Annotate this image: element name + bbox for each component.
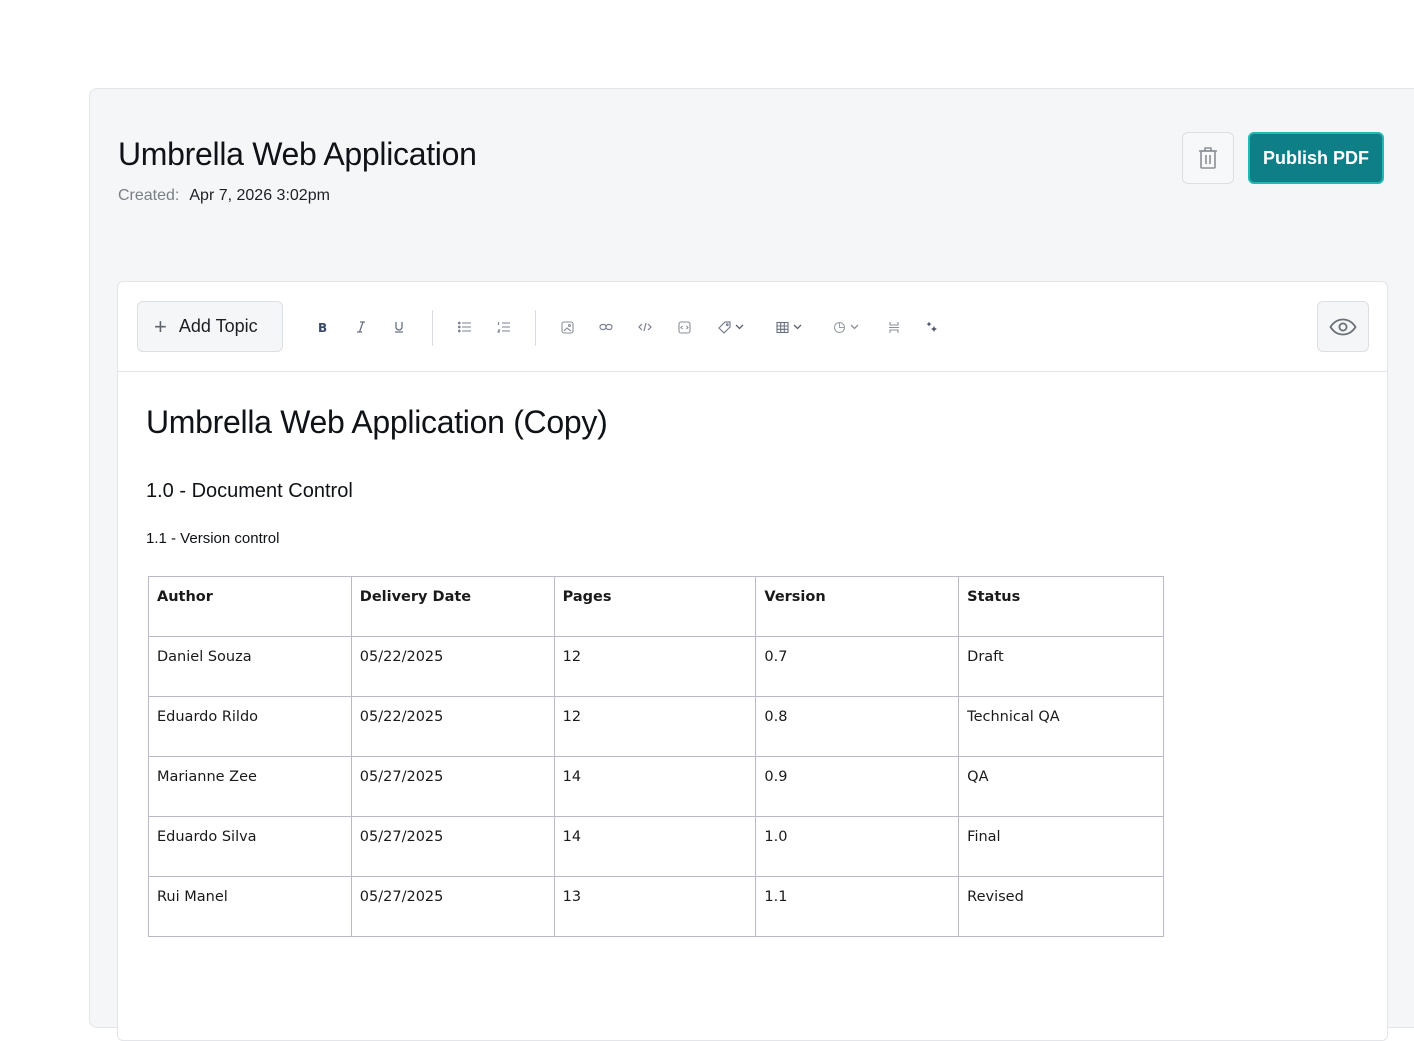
column-header-delivery-date: Delivery Date — [350, 576, 555, 637]
table-row: Eduardo Rildo 05/22/2025 12 0.8 Technica… — [148, 696, 1164, 757]
tag-icon — [718, 320, 731, 334]
pages-cell: 14 — [553, 816, 757, 877]
author-cell: Rui Manel — [148, 876, 352, 937]
numbered-list-icon — [497, 322, 510, 333]
preview-button[interactable] — [1317, 301, 1369, 352]
column-header-author: Author — [148, 576, 352, 637]
eye-icon — [1329, 318, 1357, 335]
chevron-down-icon — [735, 324, 744, 330]
code-button[interactable] — [636, 315, 654, 339]
embed-icon — [677, 320, 691, 334]
toolbar-divider — [535, 310, 536, 346]
pages-cell: 12 — [553, 636, 757, 697]
author-cell: Eduardo Silva — [148, 816, 352, 877]
version-control-table: Author Delivery Date Pages Version Statu… — [148, 576, 1164, 937]
author-cell: Daniel Souza — [148, 636, 352, 697]
status-cell: Technical QA — [958, 696, 1164, 757]
add-topic-button[interactable]: + Add Topic — [137, 301, 283, 352]
version-cell: 1.1 — [755, 876, 960, 937]
code-icon — [638, 322, 652, 332]
version-cell: 0.9 — [755, 756, 960, 817]
link-icon — [599, 323, 613, 331]
page-break-icon — [889, 321, 899, 333]
bullet-list-button[interactable] — [456, 315, 474, 339]
image-button[interactable] — [558, 315, 576, 339]
subsection-heading: 1.1 - Version control — [146, 530, 280, 547]
delivery-date-cell: 05/27/2025 — [350, 756, 555, 817]
magic-icon — [926, 321, 937, 332]
document-heading: Umbrella Web Application (Copy) — [146, 404, 608, 440]
pages-cell: 14 — [553, 756, 757, 817]
delivery-date-cell: 05/22/2025 — [350, 696, 555, 757]
version-cell: 0.7 — [755, 636, 960, 697]
underline-button[interactable] — [391, 315, 407, 339]
table-icon — [776, 321, 789, 333]
table-row: Rui Manel 05/27/2025 13 1.1 Revised — [148, 876, 1164, 937]
delivery-date-cell: 05/27/2025 — [350, 876, 555, 937]
author-cell: Marianne Zee — [148, 756, 352, 817]
delivery-date-cell: 05/27/2025 — [350, 816, 555, 877]
table-row: Marianne Zee 05/27/2025 14 0.9 QA — [148, 756, 1164, 817]
table-row: Eduardo Silva 05/27/2025 14 1.0 Final — [148, 816, 1164, 877]
created-meta: Created: Apr 7, 2026 3:02pm — [118, 187, 330, 205]
version-cell: 0.8 — [755, 696, 960, 757]
image-icon — [560, 320, 574, 334]
created-label: Created: — [118, 187, 180, 204]
trash-icon — [1199, 147, 1217, 169]
status-cell: QA — [958, 756, 1164, 817]
status-cell: Final — [958, 816, 1164, 877]
plus-icon: + — [154, 313, 167, 339]
bullet-list-icon — [458, 321, 471, 333]
page-break-button[interactable] — [885, 315, 903, 339]
editor-toolbar: + Add Topic B — [118, 282, 1387, 372]
status-cell: Revised — [958, 876, 1164, 937]
column-header-status: Status — [958, 576, 1164, 637]
underline-icon — [395, 322, 403, 333]
add-topic-label: Add Topic — [178, 316, 258, 336]
created-value: Apr 7, 2026 3:02pm — [189, 187, 330, 204]
magic-button[interactable] — [923, 315, 941, 339]
bold-icon: B — [318, 321, 327, 334]
numbered-list-button[interactable] — [495, 315, 513, 339]
publish-pdf-button[interactable]: Publish PDF — [1248, 132, 1384, 184]
link-button[interactable] — [597, 315, 615, 339]
delivery-date-cell: 05/22/2025 — [350, 636, 555, 697]
pages-cell: 13 — [553, 876, 757, 937]
table-dropdown[interactable] — [772, 315, 806, 339]
chart-icon — [833, 321, 846, 333]
table-header-row: Author Delivery Date Pages Version Statu… — [148, 576, 1164, 637]
version-cell: 1.0 — [755, 816, 960, 877]
pages-cell: 12 — [553, 696, 757, 757]
delete-button[interactable] — [1182, 132, 1234, 184]
chevron-down-icon — [793, 324, 802, 330]
embed-button[interactable] — [675, 315, 693, 339]
section-heading: 1.0 - Document Control — [146, 480, 353, 502]
status-cell: Draft — [958, 636, 1164, 697]
italic-button[interactable] — [353, 315, 369, 339]
column-header-pages: Pages — [553, 576, 757, 637]
page-title: Umbrella Web Application — [118, 136, 477, 172]
toolbar-divider — [432, 310, 433, 346]
italic-icon — [357, 321, 365, 333]
column-header-version: Version — [755, 576, 960, 637]
editor: + Add Topic B Umbrella Web Application (… — [117, 281, 1388, 1041]
chevron-down-icon — [850, 324, 859, 330]
chart-dropdown[interactable] — [829, 315, 863, 339]
svg-text:B: B — [318, 321, 327, 334]
tag-dropdown[interactable] — [714, 315, 748, 339]
bold-button[interactable]: B — [314, 315, 330, 339]
table-row: Daniel Souza 05/22/2025 12 0.7 Draft — [148, 636, 1164, 697]
author-cell: Eduardo Rildo — [148, 696, 352, 757]
